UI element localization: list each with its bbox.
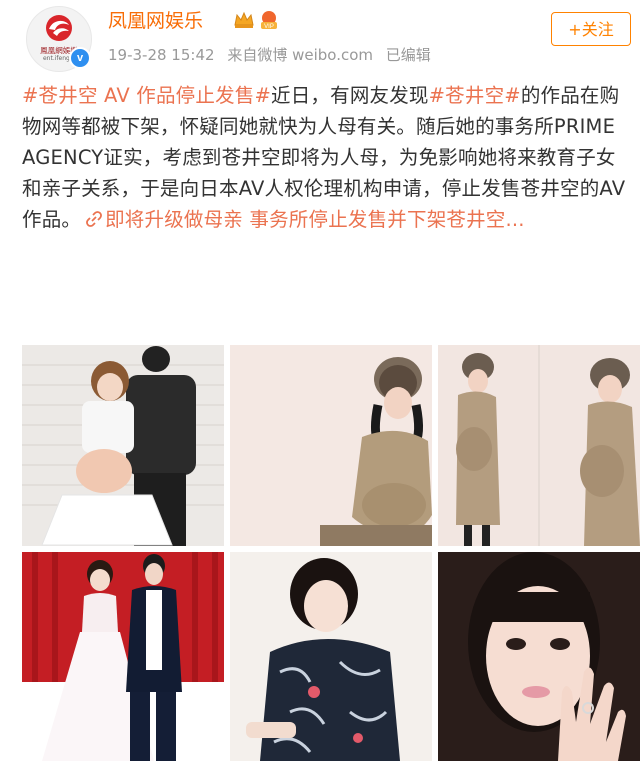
crown-badge-icon [234, 11, 254, 28]
photo-pregnant-standing-pair[interactable] [438, 345, 640, 546]
link-icon [81, 208, 105, 231]
photo-kimono[interactable] [230, 552, 432, 761]
hashtag-link[interactable]: #苍井空 AV 作品停止发售# [22, 84, 271, 107]
timestamp: 19-3-28 15:42 [108, 46, 215, 64]
follow-button[interactable]: +关注 [551, 12, 631, 46]
svg-text:VIP: VIP [264, 24, 274, 30]
phoenix-logo-icon [46, 15, 72, 41]
photo-grid [22, 345, 640, 761]
article-link[interactable]: 即将升级做母亲 事务所停止发售并下架苍井空... [105, 208, 525, 231]
verified-icon: v [69, 47, 91, 69]
member-badge-icon: VIP [261, 11, 277, 30]
edited-label: 已编辑 [385, 46, 431, 64]
photo-pregnant-seated[interactable] [230, 345, 432, 546]
account-name[interactable]: 凤凰网娱乐 [108, 6, 203, 33]
post-body: #苍井空 AV 作品停止发售#近日，有网友发现#苍井空#的作品在购物网等都被下架… [22, 80, 632, 235]
post-meta: 19-3-28 15:42 来自微博 weibo.com 已编辑 [108, 44, 439, 65]
photo-ring-closeup[interactable] [438, 552, 640, 761]
post-text-segment: 近日，有网友发现 [271, 84, 429, 107]
photo-couple-pregnant[interactable] [22, 345, 224, 546]
photo-wedding-couple[interactable] [22, 552, 224, 761]
source-link[interactable]: 来自微博 weibo.com [227, 46, 373, 64]
post-header: 鳳凰網娛樂 ent.ifeng.c v 凤凰网娱乐 VIP 19-3-28 15… [0, 0, 640, 80]
hashtag-link[interactable]: #苍井空# [429, 84, 521, 107]
